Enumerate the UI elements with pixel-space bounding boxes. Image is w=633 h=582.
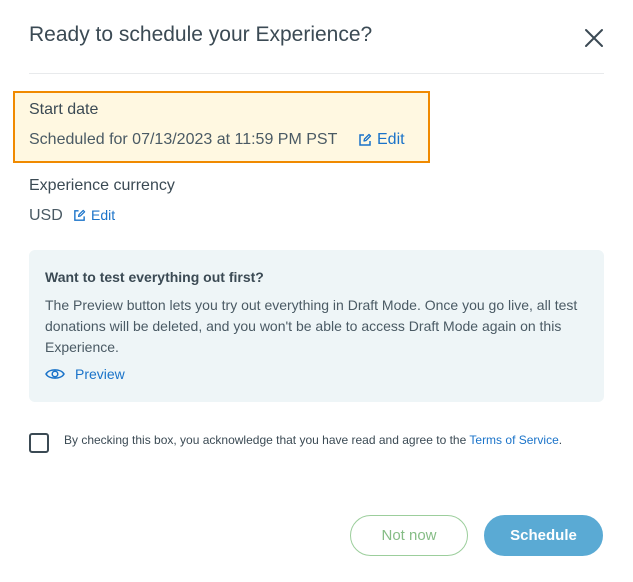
eye-icon bbox=[45, 369, 65, 379]
schedule-button[interactable]: Schedule bbox=[484, 515, 603, 556]
terms-of-service-link[interactable]: Terms of Service bbox=[469, 433, 558, 447]
start-date-edit-label: Edit bbox=[377, 131, 405, 148]
info-title: Want to test everything out first? bbox=[45, 269, 264, 285]
currency-label: Experience currency bbox=[29, 177, 175, 194]
preview-link[interactable]: Preview bbox=[45, 366, 125, 382]
not-now-button[interactable]: Not now bbox=[350, 515, 468, 556]
start-date-edit-link[interactable]: Edit bbox=[358, 131, 405, 149]
preview-label: Preview bbox=[75, 366, 125, 382]
start-date-section: Start date Scheduled for 07/13/2023 at 1… bbox=[13, 91, 430, 163]
schedule-dialog: Ready to schedule your Experience? Start… bbox=[0, 0, 633, 582]
close-icon bbox=[585, 29, 603, 47]
currency-edit-link[interactable]: Edit bbox=[73, 207, 115, 223]
terms-checkbox[interactable] bbox=[29, 433, 49, 453]
terms-suffix: . bbox=[558, 433, 563, 447]
currency-value: USD bbox=[29, 207, 63, 224]
start-date-value: Scheduled for 07/13/2023 at 11:59 PM PST bbox=[29, 131, 338, 148]
edit-icon bbox=[74, 209, 86, 221]
dialog-header: Ready to schedule your Experience? bbox=[29, 0, 604, 74]
close-button[interactable] bbox=[580, 24, 608, 52]
terms-text: By checking this box, you acknowledge th… bbox=[64, 433, 562, 447]
info-body: The Preview button lets you try out ever… bbox=[45, 297, 578, 355]
terms-prefix: By checking this box, you acknowledge th… bbox=[64, 433, 470, 447]
currency-edit-label: Edit bbox=[91, 207, 116, 223]
edit-icon bbox=[359, 133, 372, 146]
preview-info-box: Want to test everything out first? The P… bbox=[29, 250, 604, 402]
dialog-title: Ready to schedule your Experience? bbox=[29, 23, 373, 46]
start-date-label: Start date bbox=[29, 101, 99, 118]
